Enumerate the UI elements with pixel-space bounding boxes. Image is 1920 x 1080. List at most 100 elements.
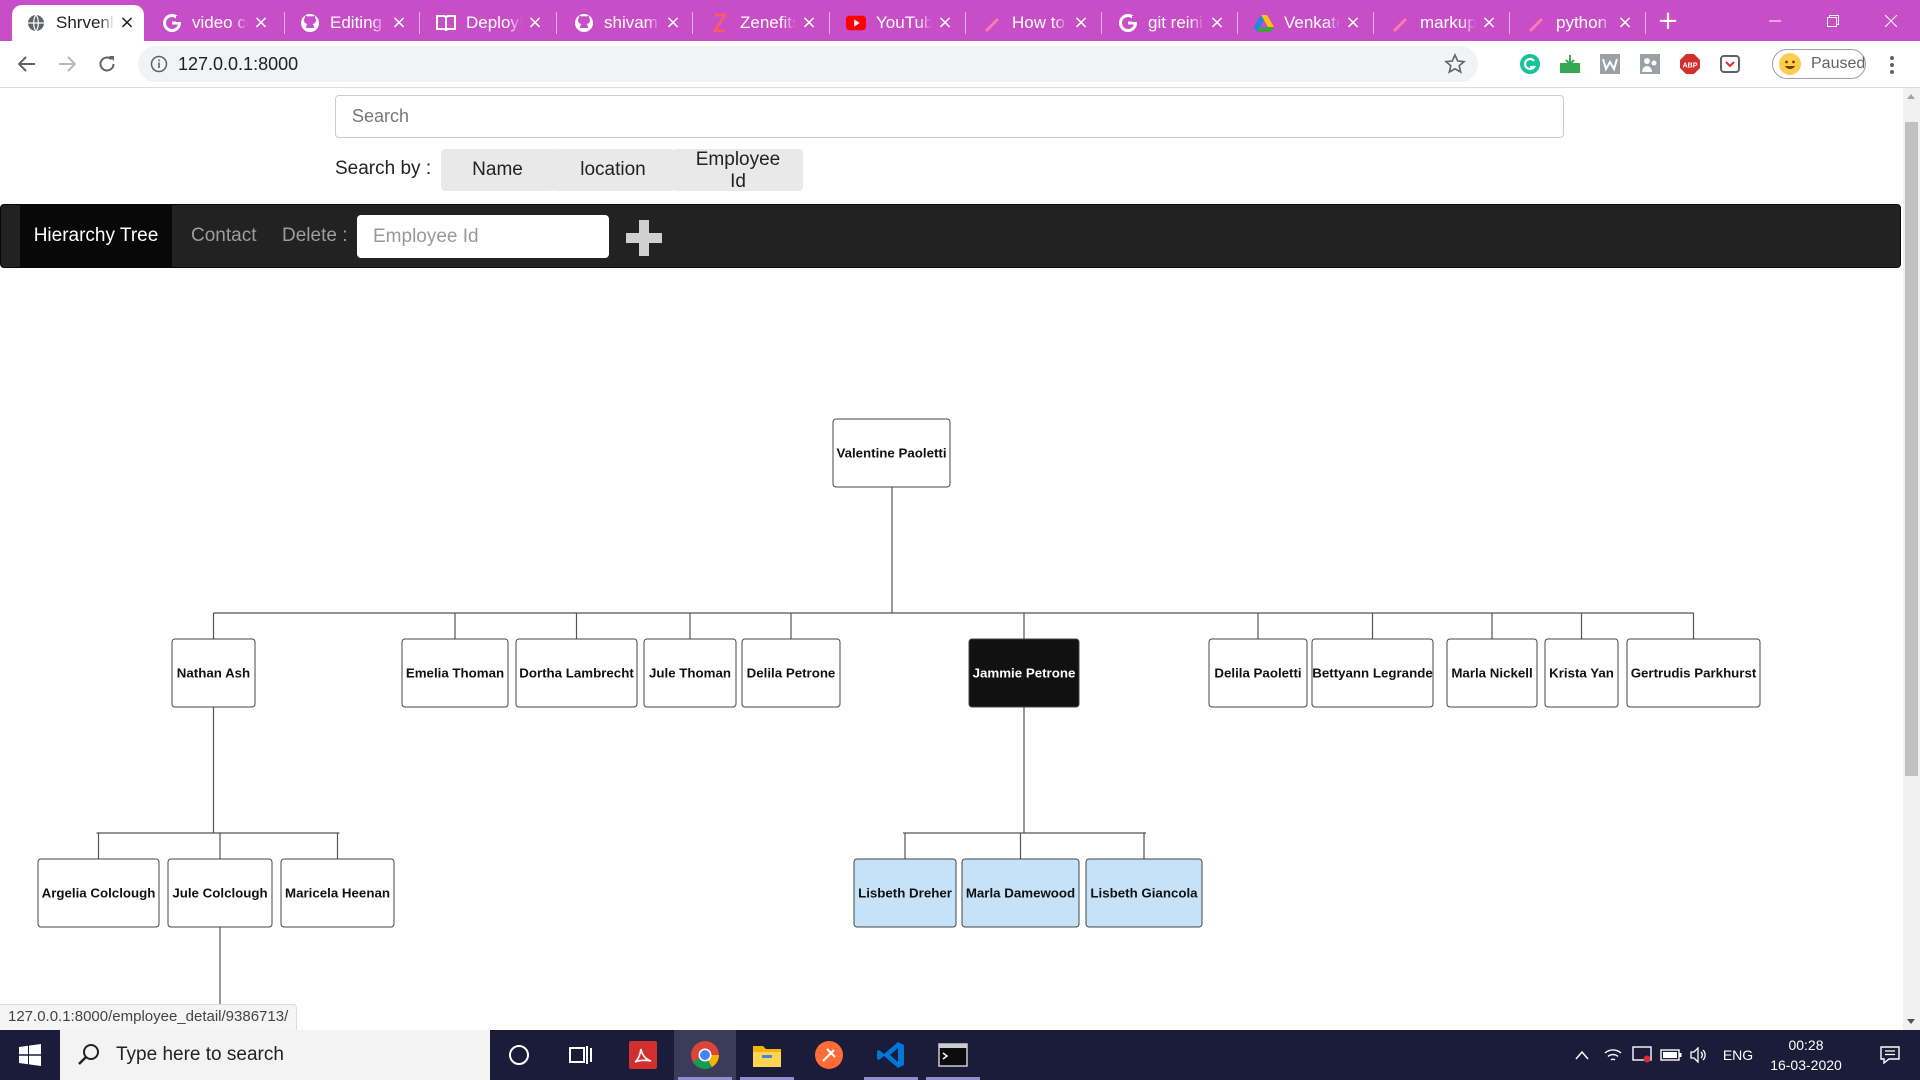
- windows-start-button[interactable]: [0, 1030, 60, 1080]
- tab-title: Shrvenk: [56, 13, 114, 32]
- app-icon: [1390, 13, 1410, 33]
- task-view-icon[interactable]: [550, 1030, 612, 1080]
- tab-title: Zenefits: [740, 13, 796, 32]
- tree-node-label: Delila Petrone: [747, 666, 836, 681]
- tab-close-icon[interactable]: ×: [1344, 14, 1362, 32]
- tab-separator: [284, 12, 285, 34]
- cortana-icon[interactable]: [488, 1030, 550, 1080]
- minimize-button[interactable]: [1752, 0, 1798, 41]
- adblock-icon[interactable]: ABP: [1678, 52, 1702, 76]
- tab[interactable]: python ×: [1512, 5, 1642, 41]
- tree-node-label: Marla Damewood: [966, 886, 1075, 901]
- tab-separator: [1509, 12, 1510, 34]
- tab-close-icon[interactable]: ×: [936, 14, 954, 32]
- taskbar-clock[interactable]: 00:28 16-03-2020: [1760, 1035, 1852, 1075]
- forward-button[interactable]: [52, 49, 82, 79]
- tray-expand-icon[interactable]: [1568, 1030, 1596, 1080]
- tab-close-icon[interactable]: ×: [1208, 14, 1226, 32]
- reload-button[interactable]: [92, 49, 122, 79]
- word-extension-icon[interactable]: [1598, 52, 1622, 76]
- tab-separator: [1645, 12, 1646, 34]
- people-extension-icon[interactable]: [1638, 52, 1662, 76]
- language-indicator[interactable]: ENG: [1716, 1030, 1760, 1080]
- restore-button[interactable]: [1810, 0, 1856, 41]
- pocket-icon[interactable]: [1718, 52, 1742, 76]
- tab[interactable]: git reini ×: [1104, 5, 1234, 41]
- info-icon[interactable]: [150, 55, 168, 73]
- avatar: [1779, 53, 1801, 75]
- close-window-button[interactable]: [1868, 0, 1914, 41]
- bookmark-star-icon[interactable]: [1444, 53, 1466, 75]
- tab[interactable]: markup ×: [1376, 5, 1506, 41]
- kebab-menu-icon[interactable]: [1882, 54, 1902, 76]
- terminal-icon[interactable]: [922, 1030, 984, 1080]
- tree-node-label: Maricela Heenan: [285, 886, 390, 901]
- postman-icon[interactable]: [798, 1030, 860, 1080]
- tab-active[interactable]: Shrvenk ×: [12, 5, 144, 41]
- tree-node-label: Bettyann Legrande: [1312, 666, 1432, 681]
- tab-separator: [1101, 12, 1102, 34]
- tab[interactable]: Editing r ×: [286, 5, 416, 41]
- tab-close-icon[interactable]: ×: [1480, 14, 1498, 32]
- tab-close-icon[interactable]: ×: [800, 14, 818, 32]
- chrome-icon[interactable]: [674, 1030, 736, 1080]
- new-tab-button[interactable]: +: [1652, 5, 1684, 37]
- tree-node-label: Emelia Thoman: [406, 666, 504, 681]
- file-explorer-icon[interactable]: [736, 1030, 798, 1080]
- tab[interactable]: YouTube ×: [832, 5, 962, 41]
- tree-node-label: Marla Nickell: [1451, 666, 1532, 681]
- tab-title: Deploy!: [466, 13, 522, 32]
- address-bar[interactable]: 127.0.0.1:8000: [138, 46, 1478, 82]
- tab[interactable]: video co ×: [148, 5, 278, 41]
- back-button[interactable]: [12, 49, 42, 79]
- tree-node-label: Lisbeth Dreher: [858, 886, 952, 901]
- vscode-icon[interactable]: [860, 1030, 922, 1080]
- grammarly-icon[interactable]: [1518, 52, 1542, 76]
- scroll-up-arrow-icon[interactable]: [1907, 94, 1915, 99]
- tab[interactable]: shivam- ×: [560, 5, 690, 41]
- tab-title: git reini: [1148, 13, 1203, 32]
- tab-close-icon[interactable]: ×: [252, 14, 270, 32]
- scroll-down-arrow-icon[interactable]: [1907, 1019, 1915, 1024]
- notification-app-icon[interactable]: [1628, 1030, 1656, 1080]
- tab[interactable]: Deploy! ×: [422, 5, 552, 41]
- wifi-icon[interactable]: [1600, 1030, 1626, 1080]
- battery-icon[interactable]: [1658, 1030, 1684, 1080]
- tab-separator: [556, 12, 557, 34]
- tab[interactable]: Zenefits ×: [696, 5, 826, 41]
- tree-node-label: Jule Thoman: [649, 666, 731, 681]
- profile-button[interactable]: Paused: [1772, 49, 1866, 79]
- page-content: Search by : Name location Employee Id Hi…: [0, 88, 1903, 1030]
- tab-separator: [1373, 12, 1374, 34]
- tab-close-icon[interactable]: ×: [1072, 14, 1090, 32]
- windows-taskbar: Type here to search ENG 00:28 16-03-2020: [0, 1030, 1920, 1080]
- tab[interactable]: Venkate ×: [1240, 5, 1370, 41]
- acrobat-icon[interactable]: [612, 1030, 674, 1080]
- volume-icon[interactable]: [1686, 1030, 1712, 1080]
- clock-time: 00:28: [1788, 1037, 1824, 1053]
- tree-node-label: Delila Paoletti: [1214, 666, 1301, 681]
- tab-title: video co: [192, 13, 248, 32]
- taskbar-search-placeholder: Type here to search: [116, 1044, 284, 1065]
- zenefits-icon: [710, 13, 730, 33]
- taskbar-search-box[interactable]: Type here to search: [60, 1030, 490, 1080]
- tab[interactable]: How to ×: [968, 5, 1098, 41]
- google-icon: [1118, 13, 1138, 33]
- url-text: 127.0.0.1:8000: [178, 54, 299, 74]
- vertical-scrollbar[interactable]: [1903, 88, 1920, 1030]
- tab-title: python: [1556, 13, 1608, 32]
- action-center-icon[interactable]: [1866, 1030, 1914, 1080]
- extension-download-icon[interactable]: [1558, 52, 1582, 76]
- scrollbar-thumb[interactable]: [1905, 122, 1918, 776]
- tab-title: markup: [1420, 13, 1476, 32]
- svg-text:ABP: ABP: [1683, 63, 1698, 70]
- book-icon: [436, 13, 456, 33]
- tab-close-icon[interactable]: ×: [1616, 14, 1634, 32]
- tab-close-icon[interactable]: ×: [526, 14, 544, 32]
- tab-separator: [1237, 12, 1238, 34]
- tab-close-icon[interactable]: ×: [118, 14, 136, 32]
- tab-close-icon[interactable]: ×: [390, 14, 408, 32]
- google-icon: [162, 13, 182, 33]
- tab-title: YouTube: [876, 13, 932, 32]
- tab-close-icon[interactable]: ×: [664, 14, 682, 32]
